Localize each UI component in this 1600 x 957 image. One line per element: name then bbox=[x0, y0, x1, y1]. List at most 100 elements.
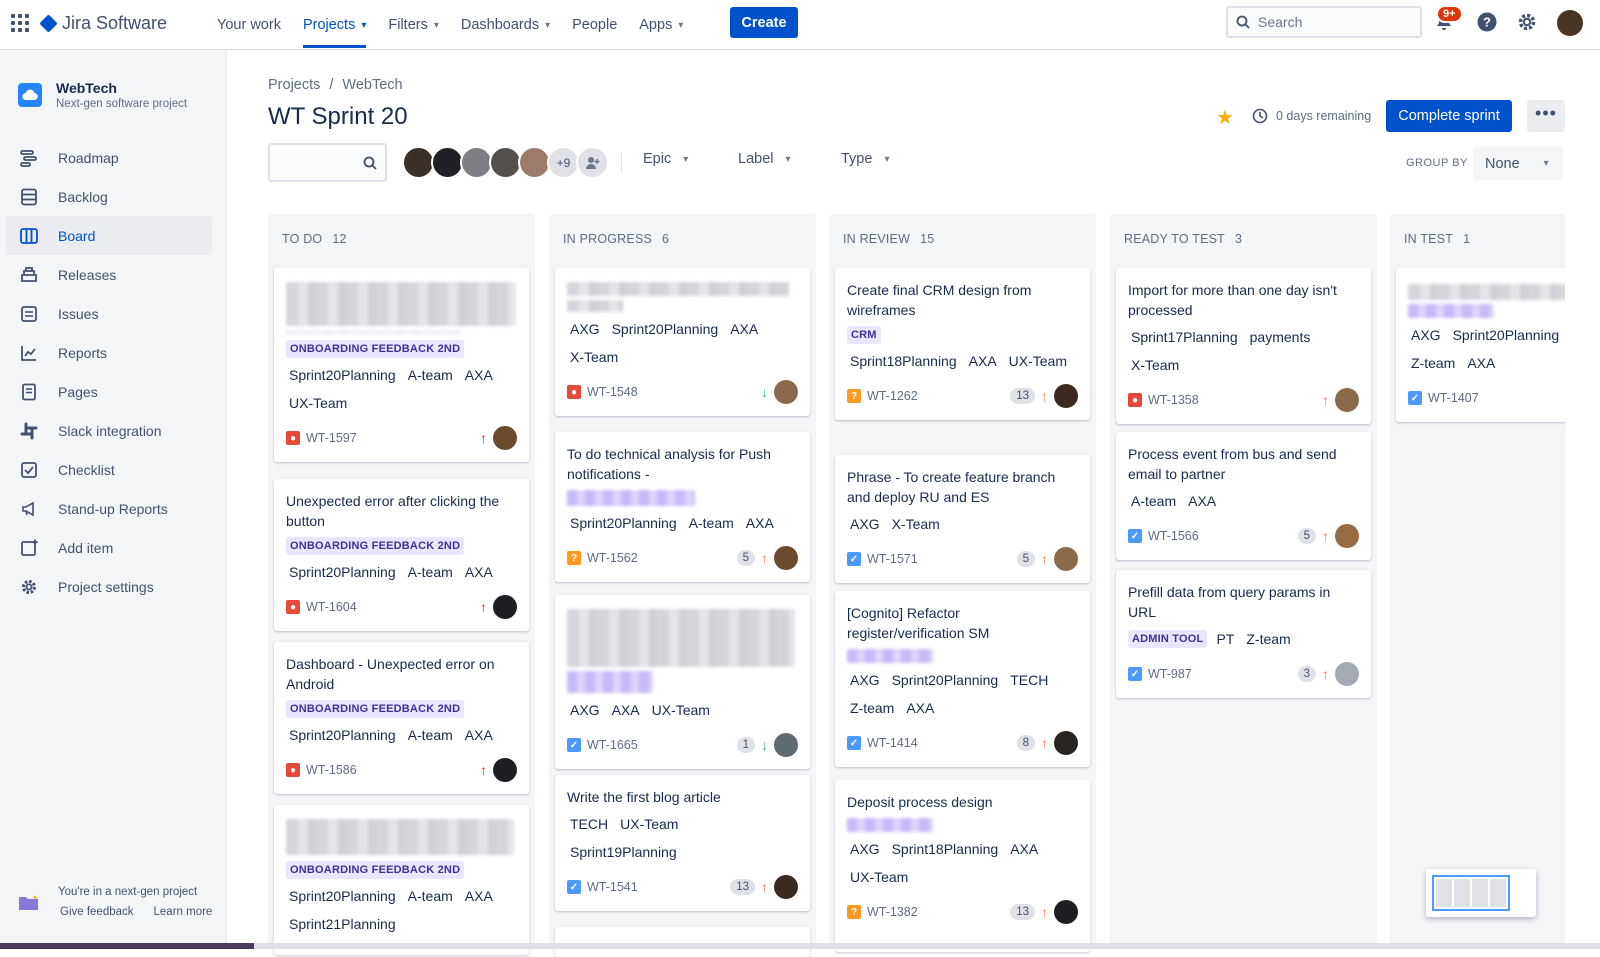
issue-card[interactable]: ONBOARDING FEEDBACK 2ND Sprint20Planning… bbox=[274, 268, 529, 462]
assignee-avatar[interactable] bbox=[1054, 900, 1078, 924]
issue-card[interactable]: Unexpected error after clicking the butt… bbox=[274, 479, 529, 631]
sidebar-item-reports[interactable]: Reports bbox=[6, 333, 212, 372]
issue-card[interactable]: Write the first blog article TECH UX-Tea… bbox=[555, 775, 810, 911]
issue-card[interactable]: To do technical analysis for Push notifi… bbox=[555, 432, 810, 582]
sidebar-item-releases[interactable]: Releases bbox=[6, 255, 212, 294]
issue-card[interactable]: Process event from bus and send email to… bbox=[1116, 432, 1371, 560]
sidebar-item-checklist[interactable]: Checklist bbox=[6, 450, 212, 489]
column-in-review: IN REVIEW 15 Create final CRM design from… bbox=[829, 214, 1096, 952]
issue-key[interactable]: WT-987 bbox=[1148, 667, 1298, 681]
issue-key[interactable]: WT-1358 bbox=[1148, 393, 1322, 407]
issue-card[interactable]: Dashboard - Unexpected error on Android … bbox=[274, 642, 529, 794]
nav-your-work[interactable]: Your work bbox=[206, 0, 292, 50]
user-avatar[interactable] bbox=[1557, 10, 1583, 36]
assignee-avatar[interactable] bbox=[1054, 384, 1078, 408]
issue-card[interactable]: AXG AXA UX-Team ✓ WT-1665 1 ↓ bbox=[555, 595, 810, 769]
issue-card[interactable]: AXG Sprint20Planning Z-team AXA ✓ WT-140… bbox=[1396, 268, 1565, 422]
issue-key[interactable]: WT-1548 bbox=[587, 385, 761, 399]
group-by-select[interactable]: None ▾ bbox=[1473, 147, 1563, 180]
assignee-avatar[interactable] bbox=[774, 546, 798, 570]
issue-key[interactable]: WT-1586 bbox=[306, 763, 480, 777]
issue-key[interactable]: WT-1571 bbox=[867, 552, 1017, 566]
epic-filter[interactable]: Epic ▾ bbox=[643, 151, 688, 167]
priority-low-icon: ↓ bbox=[761, 737, 768, 753]
issue-card[interactable]: AXG Sprint20Planning AXA X-Team ● WT-154… bbox=[555, 268, 810, 416]
help-icon[interactable]: ? bbox=[1476, 11, 1498, 33]
give-feedback-link[interactable]: Give feedback bbox=[60, 902, 134, 922]
type-filter[interactable]: Type ▾ bbox=[841, 151, 889, 167]
more-actions-button[interactable]: ••• bbox=[1527, 100, 1565, 132]
issue-key[interactable]: WT-1262 bbox=[867, 389, 1010, 403]
sidebar-item-board[interactable]: Board bbox=[6, 216, 212, 255]
jira-logo[interactable]: Jira Software bbox=[39, 13, 167, 34]
search-input[interactable]: Search bbox=[1226, 6, 1422, 38]
issue-card[interactable]: ONBOARDING FEEDBACK 2ND Sprint20Planning… bbox=[274, 805, 529, 955]
issue-card[interactable]: Phrase - To create feature branch and de… bbox=[835, 455, 1090, 583]
assignee-avatar[interactable] bbox=[493, 595, 517, 619]
assignee-avatar[interactable] bbox=[774, 733, 798, 757]
board-minimap[interactable] bbox=[1426, 869, 1536, 917]
assignee-avatar[interactable] bbox=[1335, 388, 1359, 412]
jira-diamond-icon bbox=[39, 14, 58, 33]
task-icon: ✓ bbox=[567, 738, 581, 752]
breadcrumb-projects[interactable]: Projects bbox=[268, 77, 320, 93]
nav-people[interactable]: People bbox=[561, 0, 628, 50]
issue-key[interactable]: WT-1604 bbox=[306, 600, 480, 614]
learn-more-link[interactable]: Learn more bbox=[154, 902, 213, 922]
assignee-avatar[interactable] bbox=[1335, 662, 1359, 686]
add-people-icon[interactable] bbox=[576, 146, 609, 179]
sidebar-item-project-settings[interactable]: Project settings bbox=[6, 567, 212, 606]
scrollbar-thumb[interactable] bbox=[0, 943, 254, 949]
issue-card[interactable]: [Cognito] Refactor register/verification… bbox=[835, 591, 1090, 767]
sidebar-item-slack[interactable]: Slack integration bbox=[6, 411, 212, 450]
notifications-badge: 9+ bbox=[1436, 5, 1463, 23]
sidebar-item-issues[interactable]: Issues bbox=[6, 294, 212, 333]
issue-card[interactable]: Create final CRM design from wireframes … bbox=[835, 268, 1090, 420]
redacted-title bbox=[286, 282, 516, 326]
chevron-down-icon: ▾ bbox=[683, 153, 689, 165]
minimap-viewport[interactable] bbox=[1432, 875, 1510, 911]
settings-gear-icon[interactable] bbox=[1516, 11, 1538, 33]
nav-projects[interactable]: Projects ▾ bbox=[292, 0, 377, 50]
issue-key[interactable]: WT-1414 bbox=[867, 736, 1017, 750]
issue-key[interactable]: WT-1665 bbox=[587, 738, 737, 752]
issue-card[interactable]: Prefill data from query params in URL AD… bbox=[1116, 570, 1371, 698]
sidebar-item-standup-reports[interactable]: Stand-up Reports bbox=[6, 489, 212, 528]
assignee-avatar[interactable] bbox=[1335, 524, 1359, 548]
issue-key[interactable]: WT-1566 bbox=[1148, 529, 1298, 543]
card-label: A-team bbox=[407, 564, 453, 580]
issue-card[interactable]: Deposit process design AXG Sprint18Plann… bbox=[835, 780, 1090, 952]
epic-lozenge: ONBOARDING FEEDBACK 2ND bbox=[286, 537, 465, 555]
assignee-avatar[interactable] bbox=[774, 380, 798, 404]
assignee-avatar[interactable] bbox=[493, 426, 517, 450]
nav-filters[interactable]: Filters ▾ bbox=[377, 0, 450, 50]
star-icon[interactable]: ★ bbox=[1216, 105, 1234, 130]
create-button[interactable]: Create bbox=[730, 7, 798, 38]
column-count: 1 bbox=[1463, 232, 1471, 246]
assignee-avatar[interactable] bbox=[493, 758, 517, 782]
breadcrumb-webtech[interactable]: WebTech bbox=[342, 77, 402, 93]
assignee-avatar[interactable] bbox=[1054, 731, 1078, 755]
sidebar-item-backlog[interactable]: Backlog bbox=[6, 177, 212, 216]
issue-key[interactable]: WT-1382 bbox=[867, 905, 1010, 919]
app-switcher-icon[interactable] bbox=[11, 14, 29, 32]
sidebar-item-add-item[interactable]: Add item bbox=[6, 528, 212, 567]
sidebar-item-pages[interactable]: Pages bbox=[6, 372, 212, 411]
story-points: 5 bbox=[1297, 528, 1316, 544]
nav-apps[interactable]: Apps ▾ bbox=[628, 0, 694, 50]
issue-key[interactable]: WT-1597 bbox=[306, 431, 480, 445]
issue-key[interactable]: WT-1407 bbox=[1428, 391, 1565, 405]
issue-key[interactable]: WT-1541 bbox=[587, 880, 730, 894]
sidebar-item-roadmap[interactable]: Roadmap bbox=[6, 138, 212, 177]
issue-card[interactable]: Import for more than one day isn't proce… bbox=[1116, 268, 1371, 424]
issue-key[interactable]: WT-1562 bbox=[587, 551, 737, 565]
label-filter[interactable]: Label ▾ bbox=[738, 151, 791, 167]
assignee-avatar[interactable] bbox=[1054, 547, 1078, 571]
issue-card[interactable] bbox=[555, 927, 810, 957]
board-search-input[interactable] bbox=[268, 143, 387, 182]
assignee-avatar[interactable] bbox=[774, 875, 798, 899]
project-header[interactable]: WebTech Next-gen software project bbox=[18, 80, 187, 110]
complete-sprint-button[interactable]: Complete sprint bbox=[1386, 100, 1512, 132]
nav-dashboards[interactable]: Dashboards ▾ bbox=[450, 0, 561, 50]
backlog-icon bbox=[19, 187, 39, 207]
